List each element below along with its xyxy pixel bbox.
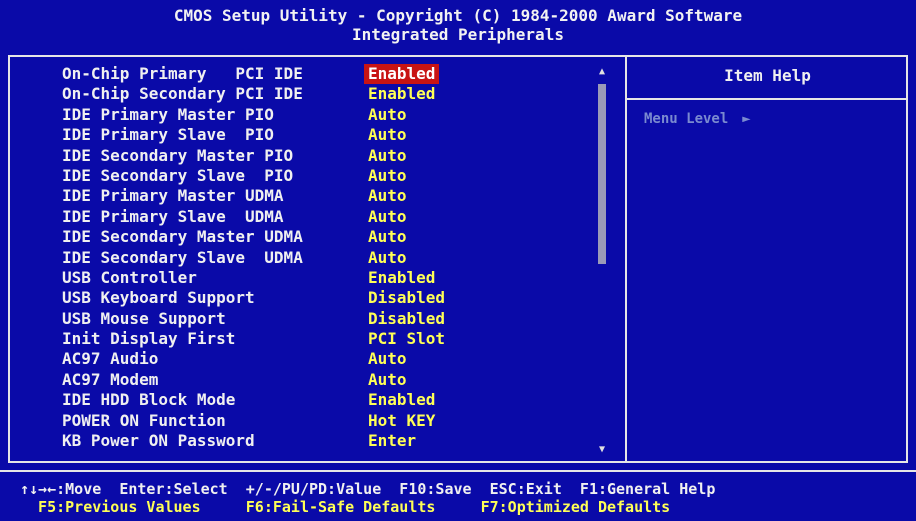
setting-row[interactable]: IDE Secondary Master UDMA Auto bbox=[10, 227, 590, 247]
menu-level: Menu Level ► bbox=[644, 110, 751, 128]
setting-row[interactable]: USB Keyboard Support Disabled bbox=[10, 288, 590, 308]
setting-value[interactable]: Enabled bbox=[368, 84, 435, 104]
setting-label: IDE Primary Master UDMA bbox=[62, 186, 284, 206]
setting-value[interactable]: Auto bbox=[368, 370, 407, 390]
setting-value[interactable]: PCI Slot bbox=[368, 329, 445, 349]
setting-label: IDE Primary Master PIO bbox=[62, 104, 274, 124]
setting-row[interactable]: IDE Primary Slave PIO Auto bbox=[10, 125, 590, 145]
scrollbar[interactable]: ▲ ▼ bbox=[597, 66, 607, 456]
setting-value[interactable]: Hot KEY bbox=[368, 411, 435, 431]
setting-label: POWER ON Function bbox=[62, 410, 226, 430]
header-title: CMOS Setup Utility - Copyright (C) 1984-… bbox=[173, 6, 743, 25]
setting-row[interactable]: USB Controller Enabled bbox=[10, 268, 590, 288]
setting-value[interactable]: Auto bbox=[368, 166, 407, 186]
setting-row[interactable]: AC97 Modem Auto bbox=[10, 370, 590, 390]
setting-label: AC97 Modem bbox=[62, 369, 159, 389]
setting-row[interactable]: IDE Primary Master UDMA Auto bbox=[10, 186, 590, 206]
setting-row[interactable]: USB Mouse Support Disabled bbox=[10, 309, 590, 329]
setting-value[interactable]: Auto bbox=[368, 146, 407, 166]
setting-value[interactable]: Disabled bbox=[368, 288, 445, 308]
setting-row[interactable]: KB Power ON Password Enter bbox=[10, 431, 590, 451]
setting-label: IDE HDD Block Mode bbox=[62, 390, 236, 410]
settings-list: On-Chip Primary PCI IDE Enabled On-Chip Se… bbox=[10, 64, 590, 451]
menu-level-label: Menu Level bbox=[644, 111, 729, 127]
scroll-thumb[interactable] bbox=[598, 84, 606, 264]
panel-divider bbox=[625, 55, 627, 463]
setting-row[interactable]: Init Display First PCI Slot bbox=[10, 329, 590, 349]
setting-row[interactable]: On-Chip Secondary PCI IDE Enabled bbox=[10, 84, 590, 104]
setting-row[interactable]: IDE Secondary Slave UDMA Auto bbox=[10, 248, 590, 268]
setting-label: KB Power ON Password bbox=[62, 431, 255, 451]
setting-label: USB Keyboard Support bbox=[62, 288, 255, 308]
setting-label: USB Controller bbox=[62, 267, 197, 287]
setting-label: IDE Primary Slave UDMA bbox=[62, 206, 284, 226]
setting-label: IDE Secondary Slave UDMA bbox=[62, 247, 303, 267]
setting-row[interactable]: IDE Primary Slave UDMA Auto bbox=[10, 207, 590, 227]
setting-value[interactable]: Auto bbox=[368, 186, 407, 206]
menu-level-arrow-icon: ► bbox=[742, 111, 751, 127]
setting-row[interactable]: IDE Secondary Master PIO Auto bbox=[10, 146, 590, 166]
setting-value[interactable]: Auto bbox=[368, 105, 407, 125]
setting-value[interactable]: Enabled bbox=[364, 64, 440, 84]
setting-label: IDE Secondary Slave PIO bbox=[62, 165, 294, 185]
setting-label: On-Chip Primary PCI IDE bbox=[62, 64, 303, 83]
help-divider bbox=[627, 98, 908, 100]
setting-value[interactable]: Enabled bbox=[368, 268, 435, 288]
setting-row[interactable]: IDE HDD Block Mode Enabled bbox=[10, 390, 590, 410]
setting-value[interactable]: Enabled bbox=[368, 390, 435, 410]
setting-row[interactable]: IDE Primary Master PIO Auto bbox=[10, 105, 590, 125]
setting-label: USB Mouse Support bbox=[62, 308, 226, 328]
setting-value[interactable]: Auto bbox=[368, 227, 407, 247]
setting-row[interactable]: AC97 Audio Auto bbox=[10, 349, 590, 369]
setting-value[interactable]: Enter bbox=[368, 431, 416, 451]
bios-screen: CMOS Setup Utility - Copyright (C) 1984-… bbox=[0, 0, 916, 521]
scroll-down-icon[interactable]: ▼ bbox=[597, 444, 607, 456]
setting-value[interactable]: Auto bbox=[368, 125, 407, 145]
setting-label: Init Display First bbox=[62, 329, 236, 349]
setting-label: AC97 Audio bbox=[62, 349, 159, 369]
setting-label: IDE Secondary Master UDMA bbox=[62, 227, 303, 247]
setting-value[interactable]: Auto bbox=[368, 349, 407, 369]
setting-row[interactable]: IDE Secondary Slave PIO Auto bbox=[10, 166, 590, 186]
setting-label: IDE Secondary Master PIO bbox=[62, 145, 294, 165]
header-subtitle: Integrated Peripherals bbox=[352, 25, 564, 44]
setting-label: On-Chip Secondary PCI IDE bbox=[62, 84, 303, 104]
setting-row[interactable]: POWER ON Function Hot KEY bbox=[10, 411, 590, 431]
setting-label: IDE Primary Slave PIO bbox=[62, 125, 274, 145]
setting-value[interactable]: Auto bbox=[368, 207, 407, 227]
setting-value[interactable]: Disabled bbox=[368, 309, 445, 329]
scroll-up-icon[interactable]: ▲ bbox=[597, 66, 607, 78]
header: CMOS Setup Utility - Copyright (C) 1984-… bbox=[0, 0, 916, 52]
footer: ↑↓→←:Move Enter:Select +/-/PU/PD:Value F… bbox=[0, 470, 916, 521]
item-help-title: Item Help bbox=[724, 66, 811, 85]
footer-keys-line2: F5:Previous Values F6:Fail-Safe Defaults… bbox=[20, 498, 671, 516]
setting-row[interactable]: On-Chip Primary PCI IDE Enabled bbox=[10, 64, 590, 84]
footer-keys-line1: ↑↓→←:Move Enter:Select +/-/PU/PD:Value F… bbox=[20, 480, 716, 498]
setting-value[interactable]: Auto bbox=[368, 248, 407, 268]
